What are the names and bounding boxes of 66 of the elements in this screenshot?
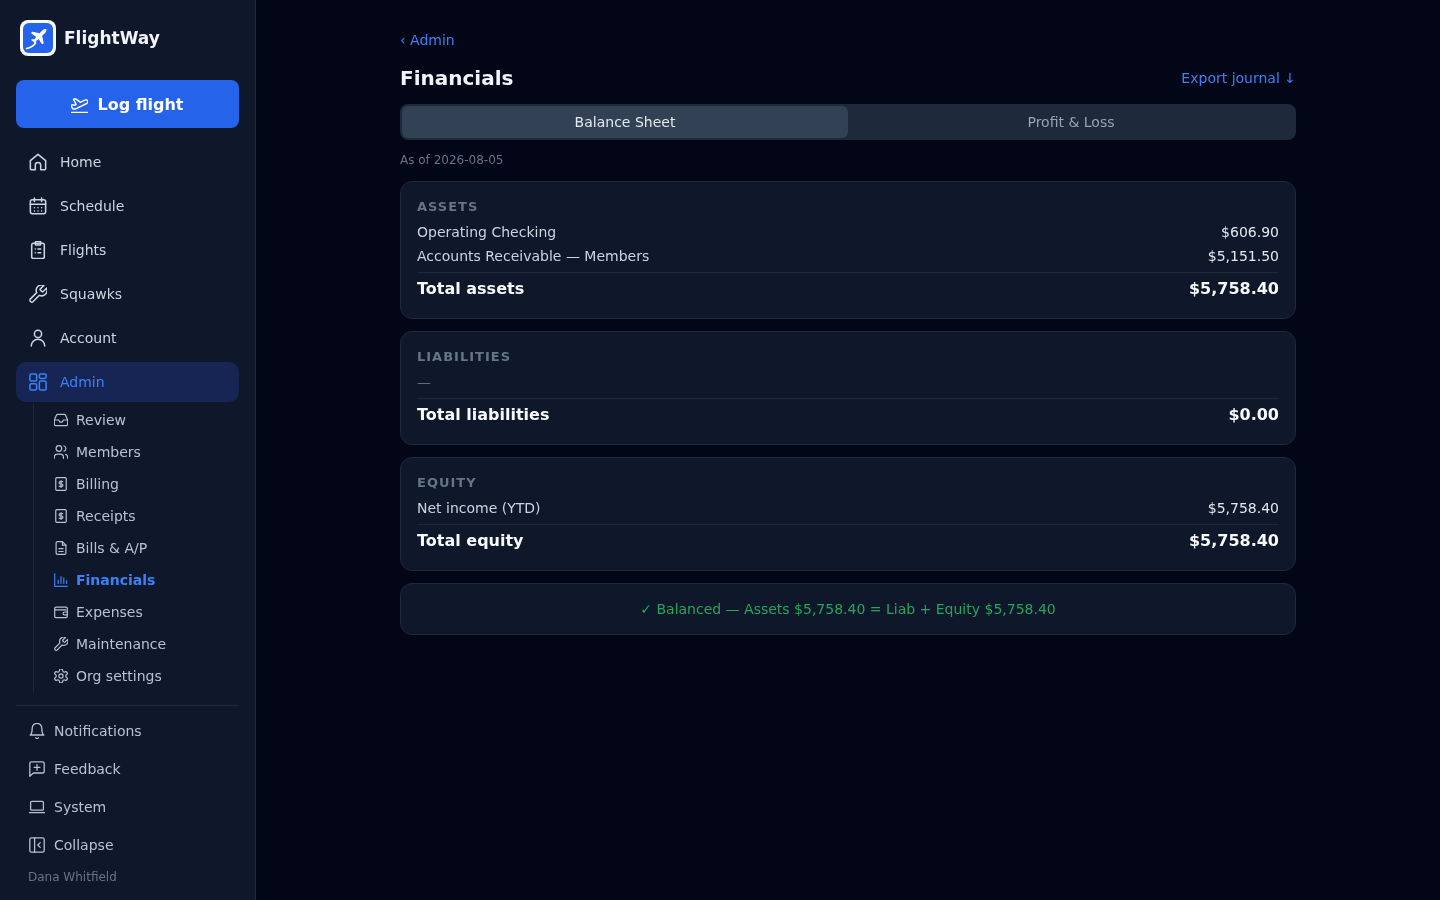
total-label: Total equity (417, 530, 524, 552)
export-link[interactable]: Export journal ↓ (1181, 70, 1296, 86)
inbox-tray-icon (54, 413, 68, 427)
document-icon (54, 541, 68, 555)
nav-item[interactable]: Account (16, 318, 239, 358)
nav-item[interactable]: Admin (16, 362, 239, 402)
sidebar-footer-item[interactable]: Feedback (16, 750, 239, 788)
subnav-item[interactable]: Receipts (34, 500, 239, 532)
log-flight-button[interactable]: Log flight (16, 80, 239, 128)
gear-icon (54, 669, 68, 683)
section-heading: ASSETS (417, 198, 479, 216)
amount: $5,758.40 (1207, 499, 1279, 518)
subnav-item[interactable]: Billing (34, 468, 239, 500)
subnav-item[interactable]: Review (34, 404, 239, 436)
subnav-item[interactable]: Financials (34, 564, 239, 596)
sidebar-footer-item[interactable]: Notifications (16, 712, 239, 750)
message-plus-icon (29, 761, 45, 777)
nav-item[interactable]: Squawks (16, 274, 239, 314)
total-label: Total assets (417, 278, 525, 300)
subnav-item[interactable]: Expenses (34, 596, 239, 628)
total-amount: $5,758.40 (1188, 278, 1279, 300)
brand-name: FlightWay (64, 28, 160, 48)
bell-icon (29, 723, 45, 739)
calendar-icon (29, 197, 47, 215)
subnav-item[interactable]: Maintenance (34, 628, 239, 660)
wrench-icon (29, 285, 47, 303)
as-of-date: As of 2026-08-05 (400, 152, 504, 169)
total-amount: $0.00 (1228, 404, 1279, 426)
clipboard-list-icon (29, 241, 47, 259)
back-link[interactable]: ‹ Admin (400, 30, 455, 50)
home-icon (29, 153, 47, 171)
empty-value-line: — (417, 373, 431, 391)
plane-logo-icon (20, 20, 56, 56)
sidebar-footer-item[interactable]: System (16, 788, 239, 826)
wallet-icon (54, 605, 68, 619)
sidebar-footer-item[interactable]: Collapse (16, 826, 239, 864)
users-icon (54, 445, 68, 459)
section-heading: LIABILITIES (417, 348, 511, 366)
amount: $606.90 (1221, 223, 1279, 242)
user-name: Dana Whitfield (27, 869, 117, 886)
nav-item[interactable]: Flights (16, 230, 239, 270)
section-heading: EQUITY (417, 474, 477, 492)
wrench-icon (54, 637, 68, 651)
sidebar-collapse-icon (29, 837, 45, 853)
total-amount: $5,758.40 (1188, 530, 1279, 552)
laptop-icon (29, 799, 45, 815)
page-title: Financials (400, 65, 514, 92)
nav-item[interactable]: Schedule (16, 186, 239, 226)
nav-item[interactable]: Home (16, 142, 239, 182)
amount: $5,151.50 (1207, 247, 1279, 266)
dollar-receipt-icon (54, 477, 68, 491)
account-name: Operating Checking (417, 223, 557, 242)
plane-takeoff-icon (71, 95, 89, 113)
subnav-item[interactable]: Members (34, 436, 239, 468)
dollar-receipt-icon (54, 509, 68, 523)
bar-chart-icon (54, 573, 68, 587)
grid-icon (29, 373, 47, 391)
user-icon (29, 329, 47, 347)
account-name: Net income (YTD) (417, 499, 541, 518)
total-label: Total liabilities (417, 404, 550, 426)
tab[interactable]: Profit & Loss (848, 106, 1294, 138)
tab[interactable]: Balance Sheet (402, 106, 848, 138)
subnav-item[interactable]: Org settings (34, 660, 239, 692)
account-name: Accounts Receivable — Members (417, 247, 650, 266)
balance-status: ✓ Balanced — Assets $5,758.40 = Liab + Equity $5,758.40 (640, 601, 1056, 617)
subnav-item[interactable]: Bills & A/P (34, 532, 239, 564)
